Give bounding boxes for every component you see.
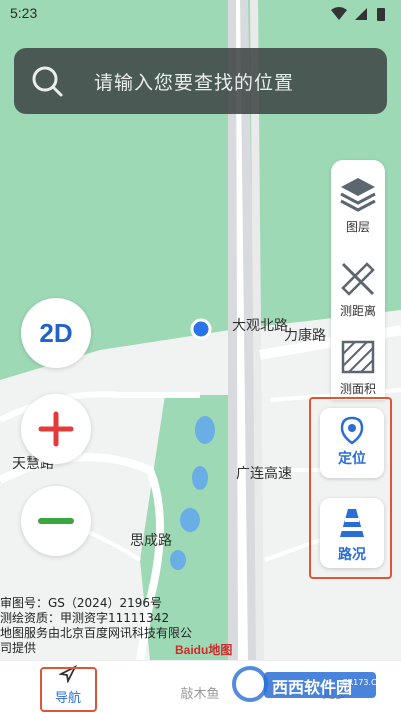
watermark-text: 西西软件园	[272, 678, 353, 697]
location-pin-icon	[340, 416, 364, 444]
search-icon	[32, 66, 63, 97]
traffic-label: 路况	[338, 547, 366, 563]
locate-button[interactable]: 定位	[320, 408, 384, 478]
watermark: 西西软件园 CR173.COM	[230, 664, 390, 704]
road-label: 力康路	[284, 327, 326, 344]
signal-icon	[355, 8, 367, 20]
ruler-icon	[341, 262, 375, 296]
road-label: 思成路	[130, 533, 172, 549]
layers-icon	[340, 178, 376, 212]
measure-area-label: 测面积	[339, 382, 376, 396]
plus-icon	[38, 411, 74, 447]
map-tools-panel: 图层 测距离 测面积	[331, 160, 385, 400]
watermark-sub: CR173.COM	[342, 678, 390, 687]
zoom-in-button[interactable]	[21, 394, 91, 464]
zoom-out-button[interactable]	[21, 486, 91, 556]
road-label: 广连高速	[236, 465, 292, 482]
layers-label: 图层	[345, 220, 370, 234]
layers-button[interactable]: 图层	[331, 174, 385, 235]
legal-line: 审图号：GS（2024）2196号	[0, 596, 162, 610]
measure-area-button[interactable]: 测面积	[331, 336, 385, 397]
view-mode-label: 2D	[39, 318, 73, 348]
current-location-marker	[190, 318, 212, 340]
traffic-button[interactable]: 路况	[320, 498, 384, 568]
status-icons	[331, 6, 391, 22]
minus-icon	[38, 518, 74, 524]
locate-label: 定位	[338, 451, 366, 467]
wifi-icon	[331, 7, 347, 20]
road-label: 大观北路	[232, 318, 288, 334]
search-input[interactable]: 请输入您要查找的位置	[94, 68, 294, 95]
nav-label-muyu: 敲木鱼	[180, 687, 220, 702]
traffic-cone-icon	[340, 509, 364, 537]
baidu-logo: Baidu地图	[175, 643, 233, 657]
legal-line: 测绘资质：甲测资字11111342	[0, 611, 170, 625]
status-time: 5:23	[10, 5, 38, 21]
battery-icon	[377, 8, 385, 21]
measure-distance-label: 测距离	[339, 304, 376, 318]
legal-line: 地图服务由北京百度网讯科技有限公	[0, 626, 193, 640]
measure-distance-button[interactable]: 测距离	[331, 258, 385, 319]
area-icon	[341, 340, 375, 374]
view-mode-2d-button[interactable]: 2D	[21, 298, 91, 368]
nav-item-muyu[interactable]: 敲木鱼	[170, 665, 230, 702]
highlight-box-nav	[40, 667, 97, 712]
search-bar[interactable]: 请输入您要查找的位置	[14, 48, 387, 114]
status-bar: 5:23	[0, 0, 401, 28]
